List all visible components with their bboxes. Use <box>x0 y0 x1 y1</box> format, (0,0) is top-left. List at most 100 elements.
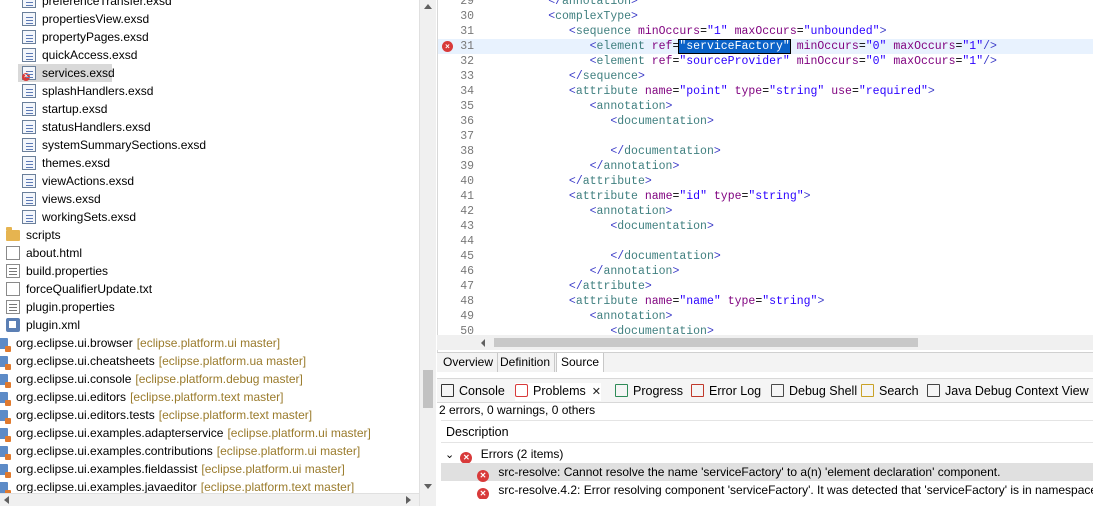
file-tree-item[interactable]: splashHandlers.exsd <box>0 82 419 100</box>
file-tree-item[interactable]: views.exsd <box>0 190 419 208</box>
code-line[interactable]: 44 <box>438 234 1093 249</box>
problem-row[interactable]: ✕ src-resolve: Cannot resolve the name '… <box>441 463 1093 482</box>
line-number: 35 <box>460 100 474 113</box>
code-line[interactable]: 47 </attribute> <box>438 279 1093 294</box>
code-line[interactable]: 39 </annotation> <box>438 159 1093 174</box>
tree-item-label: org.eclipse.ui.editors.tests <box>16 408 155 422</box>
folder-tree-item[interactable]: scripts <box>0 226 419 244</box>
chevron-down-icon[interactable]: ⌄ <box>445 446 457 464</box>
code-line[interactable]: 36 <documentation> <box>438 114 1093 129</box>
code-line[interactable]: 32 <element ref="sourceProvider" minOccu… <box>438 54 1093 69</box>
scroll-up-arrow-icon[interactable] <box>424 4 432 9</box>
code-line[interactable]: 31 <sequence minOccurs="1" maxOccurs="un… <box>438 24 1093 39</box>
line-number: 37 <box>460 130 474 143</box>
errors-group-row[interactable]: ⌄ ✕ Errors (2 items) <box>445 445 563 464</box>
scroll-left-arrow-icon[interactable] <box>4 496 9 504</box>
file-tree-item[interactable]: statusHandlers.exsd <box>0 118 419 136</box>
file-tree-item[interactable]: quickAccess.exsd <box>0 46 419 64</box>
code-line[interactable]: 30 <complexType> <box>438 9 1093 24</box>
code-line[interactable]: 40 </attribute> <box>438 174 1093 189</box>
code-line[interactable]: 42 <annotation> <box>438 204 1093 219</box>
file-tree-item[interactable]: preferenceTransfer.exsd <box>0 0 419 10</box>
description-column-header[interactable]: Description <box>441 421 1093 443</box>
xsd-file-icon <box>22 210 36 224</box>
file-tree-item[interactable]: propertiesView.exsd <box>0 10 419 28</box>
view-tab-label: Java Debug Context View 1 <box>945 384 1093 398</box>
code-line[interactable]: 38 </documentation> <box>438 144 1093 159</box>
view-tab-java-debug-context-view-1[interactable]: Java Debug Context View 1 <box>927 383 1093 401</box>
file-tree-item[interactable]: plugin.properties <box>0 298 419 316</box>
code-line[interactable]: 34 <attribute name="point" type="string"… <box>438 84 1093 99</box>
project-tree-item[interactable]: org.eclipse.ui.console [eclipse.platform.… <box>0 370 419 388</box>
project-tree-item[interactable]: org.eclipse.ui.editors [eclipse.platform.… <box>0 388 419 406</box>
view-tab-problems[interactable]: Problems ✕ <box>515 383 602 401</box>
file-tree-item[interactable]: plugin.xml <box>0 316 419 334</box>
view-tab-console[interactable]: Console <box>441 383 505 401</box>
file-tree-item[interactable]: build.properties <box>0 262 419 280</box>
file-tree-item[interactable]: startup.exsd <box>0 100 419 118</box>
view-tab-label: Error Log <box>709 384 762 398</box>
tree-item-label: services.exsd <box>42 66 115 80</box>
plugin-project-icon <box>0 428 11 442</box>
explorer-horizontal-scrollbar[interactable] <box>0 493 419 506</box>
code-line[interactable]: 29 </annotation> <box>438 0 1093 9</box>
problems-summary: 2 errors, 0 warnings, 0 others <box>439 403 596 417</box>
plugin-project-icon <box>0 464 11 478</box>
code-line[interactable]: 35 <annotation> <box>438 99 1093 114</box>
tab-source[interactable]: Source <box>556 353 605 372</box>
view-tab-progress[interactable]: Progress <box>615 383 683 401</box>
code-line[interactable]: 33 </sequence> <box>438 69 1093 84</box>
project-tree-item[interactable]: org.eclipse.ui.browser [eclipse.platform.… <box>0 334 419 352</box>
project-tree-item[interactable]: org.eclipse.ui.examples.fieldassist [ecli… <box>0 460 419 478</box>
code-line[interactable]: 37 <box>438 129 1093 144</box>
file-tree-item[interactable]: about.html <box>0 244 419 262</box>
view-tab-label: Progress <box>633 384 684 398</box>
search-icon <box>861 384 874 397</box>
line-number: 47 <box>460 280 474 293</box>
problem-row[interactable]: ✕ src-resolve.4.2: Error resolving compo… <box>441 481 1093 499</box>
file-tree-item[interactable]: × services.exsd <box>18 64 115 82</box>
view-tab-debug-shell[interactable]: Debug Shell <box>771 383 857 401</box>
code-line[interactable]: 41 <attribute name="id" type="string"> <box>438 189 1093 204</box>
project-tree-item[interactable]: org.eclipse.ui.examples.adapterservice [e… <box>0 424 419 442</box>
explorer-vertical-scrollbar[interactable] <box>419 0 436 506</box>
scroll-right-arrow-icon[interactable] <box>406 496 411 504</box>
code-line[interactable]: × 31 <element ref="serviceFactory" minOcc… <box>438 39 1093 54</box>
tab-overview[interactable]: Overview <box>439 353 499 372</box>
code-text: </documentation> <box>610 145 721 158</box>
view-tab-label: Problems <box>533 384 586 398</box>
file-tree-item[interactable]: forceQualifierUpdate.txt <box>0 280 419 298</box>
xsd-source-editor[interactable]: 29 </annotation> 30 <complexType> 31 <sequ… <box>437 0 1093 352</box>
code-line[interactable]: 43 <documentation> <box>438 219 1093 234</box>
file-tree-item[interactable]: themes.exsd <box>0 154 419 172</box>
view-tab-search[interactable]: Search <box>861 383 919 401</box>
scroll-down-arrow-icon[interactable] <box>424 484 432 489</box>
project-tree-item[interactable]: org.eclipse.ui.examples.contributions [ec… <box>0 442 419 460</box>
close-icon[interactable]: ✕ <box>592 384 601 400</box>
code-line[interactable]: 46 </annotation> <box>438 264 1093 279</box>
file-tree-item[interactable]: propertyPages.exsd <box>0 28 419 46</box>
problems-table[interactable]: Description ⌄ ✕ Errors (2 items) ✕ src-r… <box>441 420 1093 506</box>
file-tree-item[interactable]: systemSummarySections.exsd <box>0 136 419 154</box>
tab-definition[interactable]: Definition <box>496 353 556 372</box>
editor-scroll-left-icon[interactable] <box>481 339 485 347</box>
console-icon <box>441 384 454 397</box>
tree-item-label: themes.exsd <box>42 156 111 170</box>
tree-item-label: views.exsd <box>42 192 101 206</box>
explorer-scroll-thumb[interactable] <box>423 370 433 408</box>
xsd-file-icon <box>22 138 36 152</box>
editor-horizontal-scrollbar[interactable] <box>437 335 1093 350</box>
code-text: <annotation> <box>589 310 673 323</box>
project-tree-item[interactable]: org.eclipse.ui.cheatsheets [eclipse.platf… <box>0 352 419 370</box>
file-tree-item[interactable]: workingSets.exsd <box>0 208 419 226</box>
code-line[interactable]: 49 <annotation> <box>438 309 1093 324</box>
code-text: </documentation> <box>610 250 721 263</box>
editor-scroll-thumb[interactable] <box>494 338 918 347</box>
project-tree-item[interactable]: org.eclipse.ui.editors.tests [eclipse.pla… <box>0 406 419 424</box>
code-line[interactable]: 48 <attribute name="name" type="string"> <box>438 294 1093 309</box>
problem-description: src-resolve: Cannot resolve the name 'se… <box>498 465 1001 479</box>
line-number: 30 <box>460 10 474 23</box>
view-tab-error-log[interactable]: Error Log <box>691 383 761 401</box>
code-line[interactable]: 45 </documentation> <box>438 249 1093 264</box>
file-tree-item[interactable]: viewActions.exsd <box>0 172 419 190</box>
